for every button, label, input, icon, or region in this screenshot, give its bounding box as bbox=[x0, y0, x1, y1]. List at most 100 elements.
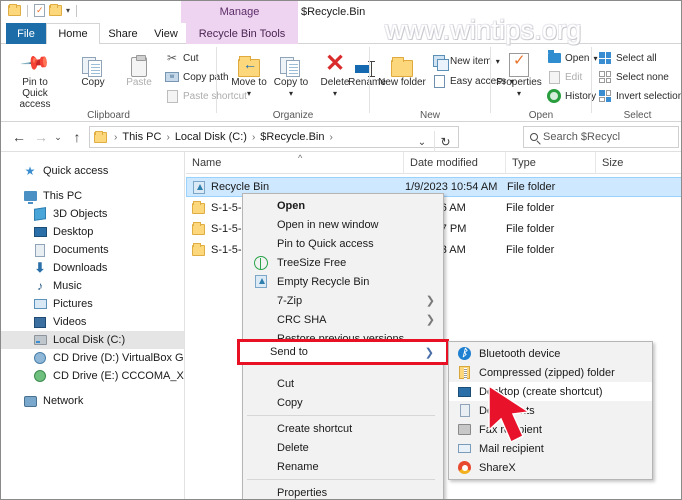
ribbon-button-select-none[interactable]: Select none bbox=[598, 69, 669, 85]
sidebar-item-label: CD Drive (E:) CCCOMA_X64FRE_ bbox=[53, 370, 184, 382]
tab-view[interactable]: View bbox=[146, 23, 186, 44]
chevron-down-icon[interactable]: ▾ bbox=[333, 88, 337, 99]
ribbon-button-pin-to-quick-access[interactable]: 📌 Pin to Quick access bbox=[9, 47, 61, 110]
context-menu-item-rename[interactable]: Rename bbox=[243, 457, 443, 476]
send-to-item-mail-recipient[interactable]: Mail recipient bbox=[449, 439, 652, 458]
ribbon-button-open[interactable]: Open ▾ bbox=[547, 50, 597, 66]
recycle-bin-icon bbox=[253, 274, 268, 289]
send-to-submenu: ᛒ Bluetooth device Compressed (zipped) f… bbox=[448, 341, 653, 480]
tab-share[interactable]: Share bbox=[100, 23, 146, 44]
sidebar-item-local-disk-c[interactable]: Local Disk (C:) bbox=[1, 331, 184, 349]
search-input[interactable]: Search $Recycl bbox=[543, 131, 620, 143]
sidebar-item-this-pc[interactable]: This PC bbox=[1, 187, 184, 205]
qat-properties-icon[interactable] bbox=[34, 4, 45, 17]
sidebar-item-label: Music bbox=[53, 280, 82, 292]
breadcrumb-local-disk[interactable]: Local Disk (C:) bbox=[173, 131, 249, 143]
context-menu-item-copy[interactable]: Copy bbox=[243, 393, 443, 412]
qat-folder-icon[interactable] bbox=[8, 4, 21, 16]
send-to-item-bluetooth-device[interactable]: ᛒ Bluetooth device bbox=[449, 344, 652, 363]
recent-locations-caret-icon[interactable]: ⌄ bbox=[53, 129, 63, 145]
sidebar-item-videos[interactable]: Videos bbox=[1, 313, 184, 331]
ribbon-button-select-all[interactable]: Select all bbox=[598, 50, 657, 66]
chevron-down-icon[interactable]: ▾ bbox=[247, 88, 251, 99]
forward-arrow-icon[interactable]: → bbox=[33, 129, 49, 145]
send-to-item-documents[interactable]: Documents bbox=[449, 401, 652, 420]
send-to-item-sharex[interactable]: ShareX bbox=[449, 458, 652, 477]
ribbon-button-label: Copy bbox=[81, 77, 105, 88]
send-to-item-compressed-zipped-folder[interactable]: Compressed (zipped) folder bbox=[449, 363, 652, 382]
context-menu-item-crc-sha[interactable]: CRC SHA ❯ bbox=[243, 310, 443, 329]
context-menu-item-properties[interactable]: Properties bbox=[243, 483, 443, 499]
column-header-type[interactable]: Type bbox=[506, 152, 596, 174]
sidebar-item-pictures[interactable]: Pictures bbox=[1, 295, 184, 313]
up-arrow-icon[interactable]: ↑ bbox=[69, 129, 85, 145]
sharex-icon bbox=[457, 460, 472, 475]
send-to-item-desktop-create-shortcut[interactable]: Desktop (create shortcut) bbox=[449, 382, 652, 401]
watermark: www.wintips.org bbox=[385, 15, 582, 45]
pin-icon: 📌 bbox=[19, 47, 52, 80]
send-to-item-fax-recipient[interactable]: Fax recipient bbox=[449, 420, 652, 439]
ribbon-button-label: New folder bbox=[378, 77, 426, 88]
tab-home[interactable]: Home bbox=[46, 23, 100, 44]
sidebar-item-music[interactable]: ♪ Music bbox=[1, 277, 184, 295]
sidebar-item-3d-objects[interactable]: 3D Objects bbox=[1, 205, 184, 223]
search-box[interactable]: Search $Recycl bbox=[523, 126, 679, 148]
ribbon-button-edit[interactable]: Edit bbox=[547, 69, 582, 85]
menu-item-label: Send to bbox=[270, 346, 308, 358]
menu-item-label: Rename bbox=[277, 460, 319, 473]
sidebar-item-cd-drive-e[interactable]: CD Drive (E:) CCCOMA_X64FRE_ bbox=[1, 367, 184, 385]
context-menu-item-open-in-new-window[interactable]: Open in new window bbox=[243, 215, 443, 234]
qat-customize-caret-icon[interactable]: ▾ bbox=[66, 6, 70, 15]
column-header-date-modified[interactable]: Date modified bbox=[404, 152, 506, 174]
ribbon-button-copy[interactable]: Copy bbox=[67, 47, 119, 88]
sidebar-item-desktop[interactable]: Desktop bbox=[1, 223, 184, 241]
breadcrumb-this-pc[interactable]: This PC bbox=[120, 131, 163, 143]
column-header-size[interactable]: Size bbox=[596, 152, 681, 174]
column-header-name[interactable]: Name ^ bbox=[186, 152, 404, 174]
ribbon-button-label: Select all bbox=[616, 52, 657, 64]
ribbon-button-properties[interactable]: Properties ▾ bbox=[493, 47, 545, 99]
ribbon-button-label: Paste bbox=[126, 77, 152, 88]
sidebar-item-quick-access[interactable]: ★ Quick access bbox=[1, 162, 184, 180]
context-menu-item-cut[interactable]: Cut bbox=[243, 374, 443, 393]
ribbon-button-history[interactable]: History bbox=[547, 88, 596, 104]
context-menu-item-send-to[interactable]: Send to ❯ bbox=[237, 339, 449, 365]
copy-to-icon bbox=[280, 47, 302, 77]
file-type-cell: File folder bbox=[506, 202, 555, 214]
quick-access-toolbar: ▾ bbox=[8, 4, 79, 17]
sidebar-item-network[interactable]: Network bbox=[1, 392, 184, 410]
breadcrumb-separator: › bbox=[329, 131, 333, 143]
ribbon-button-cut[interactable]: ✂ Cut bbox=[165, 50, 199, 66]
ribbon-button-invert-selection[interactable]: Invert selection bbox=[598, 88, 681, 104]
refresh-icon[interactable]: ↻ bbox=[434, 131, 456, 153]
menu-separator bbox=[247, 415, 435, 416]
chevron-down-icon[interactable]: ▾ bbox=[517, 88, 521, 99]
context-menu-item-create-shortcut[interactable]: Create shortcut bbox=[243, 419, 443, 438]
tab-recycle-bin-tools[interactable]: Recycle Bin Tools bbox=[186, 23, 298, 44]
context-menu-item-open[interactable]: Open bbox=[243, 196, 443, 215]
context-menu-item-7-zip[interactable]: 7-Zip ❯ bbox=[243, 291, 443, 310]
address-dropdown-caret-icon[interactable]: ⌄ bbox=[412, 131, 432, 153]
menu-separator bbox=[247, 479, 435, 480]
sidebar-item-documents[interactable]: Documents bbox=[1, 241, 184, 259]
ribbon-button-paste[interactable]: Paste bbox=[113, 47, 165, 88]
context-menu-item-delete[interactable]: Delete bbox=[243, 438, 443, 457]
context-menu-item-treesize-free[interactable]: TreeSize Free bbox=[243, 253, 443, 272]
qat-new-folder-icon[interactable] bbox=[49, 4, 62, 16]
context-menu-item-pin-to-quick-access[interactable]: Pin to Quick access bbox=[243, 234, 443, 253]
ribbon-button-new-folder[interactable]: New folder bbox=[376, 47, 428, 88]
address-bar[interactable]: › This PC › Local Disk (C:) › $Recycle.B… bbox=[89, 126, 459, 153]
back-arrow-icon[interactable]: ← bbox=[11, 129, 27, 145]
sidebar-item-downloads[interactable]: ⬇ Downloads bbox=[1, 259, 184, 277]
context-menu-item-empty-recycle-bin[interactable]: Empty Recycle Bin bbox=[243, 272, 443, 291]
ribbon-button-label: Move to bbox=[231, 77, 267, 88]
sidebar-item-cd-drive-d[interactable]: CD Drive (D:) VirtualBox Guest A bbox=[1, 349, 184, 367]
chevron-down-icon[interactable]: ▾ bbox=[289, 88, 293, 99]
treesize-icon bbox=[253, 255, 268, 270]
sidebar-item-label: Videos bbox=[53, 316, 87, 328]
menu-item-label: 7-Zip bbox=[277, 294, 303, 307]
tab-file[interactable]: File bbox=[6, 23, 46, 44]
recycle-bin-icon bbox=[193, 180, 205, 194]
downloads-icon: ⬇ bbox=[34, 260, 46, 275]
breadcrumb-recycle-bin[interactable]: $Recycle.Bin bbox=[258, 131, 326, 143]
